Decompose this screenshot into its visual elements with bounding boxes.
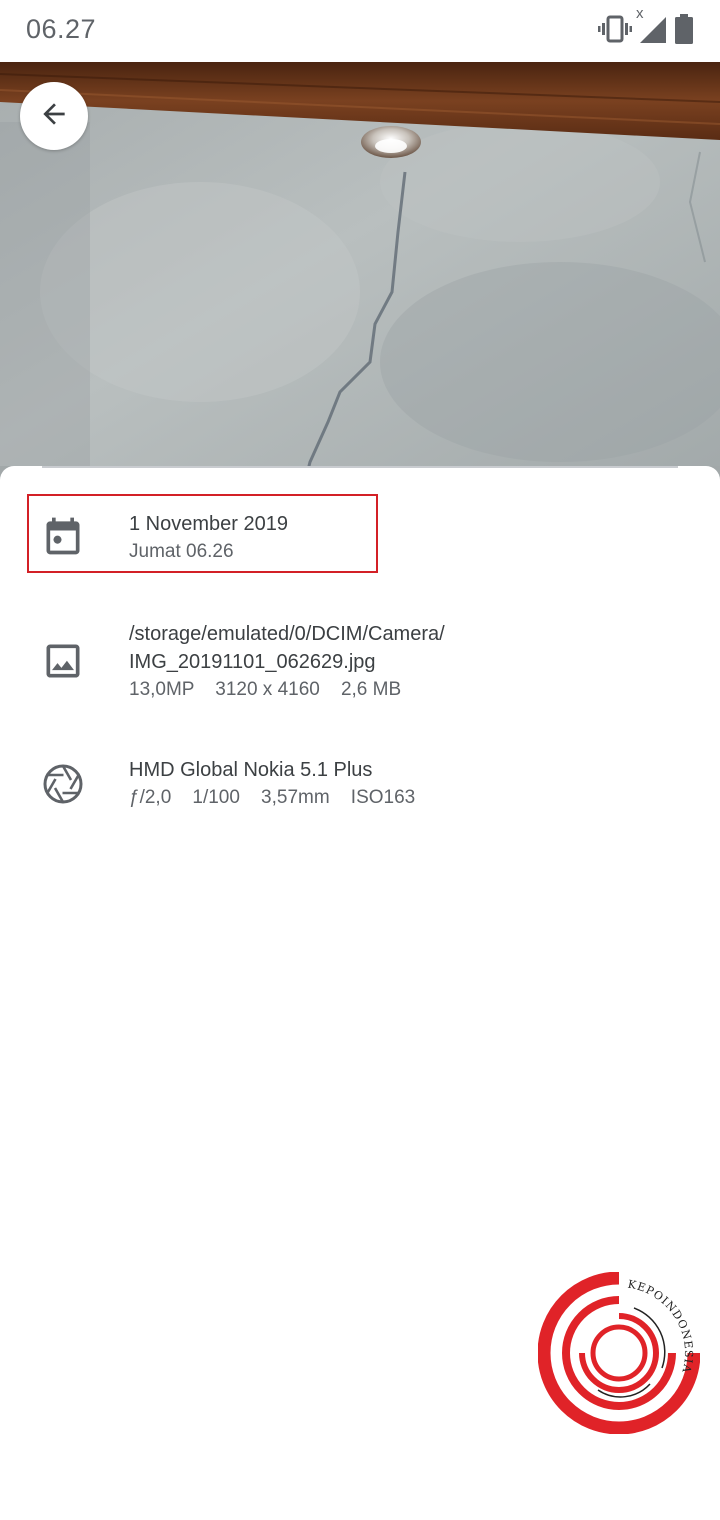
file-detail-row: /storage/emulated/0/DCIM/Camera/ IMG_201…: [0, 620, 720, 706]
file-text: /storage/emulated/0/DCIM/Camera/ IMG_201…: [129, 620, 689, 704]
no-signal-icon: x: [636, 5, 668, 50]
back-button[interactable]: [20, 82, 88, 150]
camera-detail-row: HMD Global Nokia 5.1 Plus ƒ/2,0 1/100 3,…: [0, 756, 720, 820]
camera-text: HMD Global Nokia 5.1 Plus ƒ/2,0 1/100 3,…: [129, 756, 689, 812]
status-icons: x: [598, 5, 694, 50]
camera-aperture-icon: [40, 761, 86, 807]
file-path-line1: /storage/emulated/0/DCIM/Camera/: [129, 623, 445, 645]
arrow-back-icon: [38, 98, 70, 135]
image-icon: [40, 638, 86, 684]
signal-badge: x: [636, 4, 644, 22]
status-bar: 06.27 x: [0, 0, 720, 62]
file-path-line2: IMG_20191101_062629.jpg: [129, 651, 376, 673]
photo-preview[interactable]: [0, 62, 720, 482]
kepoindonesia-logo: KEPOINDONESIA: [537, 1271, 701, 1435]
sheet-handle-divider: [42, 466, 678, 468]
camera-meta: ƒ/2,0 1/100 3,57mm ISO163: [129, 787, 416, 808]
photo-details-screen: 06.27 x 1 November 2019 Jumat 06.26 /sto…: [0, 0, 720, 1520]
camera-model: HMD Global Nokia 5.1 Plus: [129, 759, 373, 781]
vibrate-icon: [598, 14, 632, 49]
file-meta: 13,0MP 3120 x 4160 2,6 MB: [129, 679, 402, 700]
battery-icon: [674, 13, 694, 49]
highlight-box: [27, 494, 378, 573]
status-time: 06.27: [26, 14, 97, 44]
